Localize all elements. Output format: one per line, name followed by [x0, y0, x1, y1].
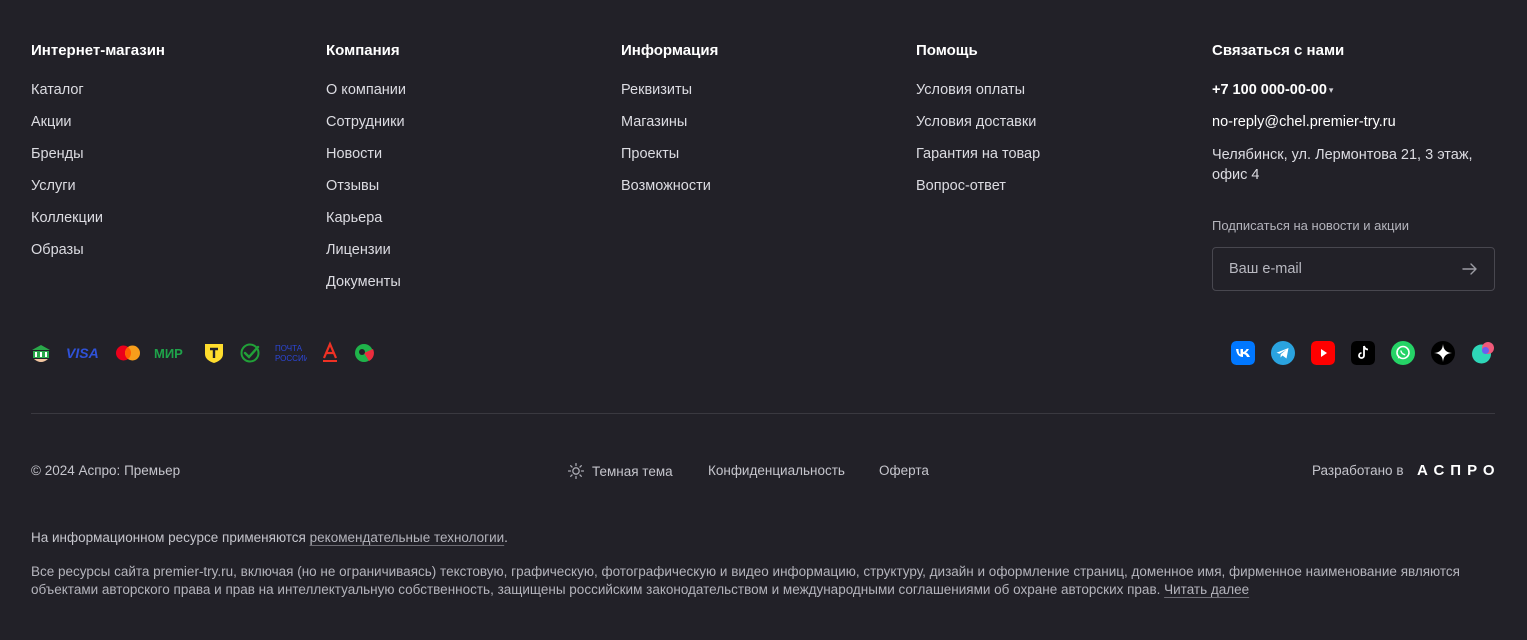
footer-column-shop: Интернет-магазин Каталог Акции Бренды Ус… [31, 41, 165, 273]
youtube-icon[interactable] [1311, 341, 1335, 365]
sber-bank-icon [32, 345, 50, 362]
footer-link-reviews[interactable]: Отзывы [326, 177, 406, 209]
svg-text:РОССИИ: РОССИИ [275, 354, 307, 363]
footer-link-services[interactable]: Услуги [31, 177, 165, 209]
footer-link-stores[interactable]: Магазины [621, 113, 718, 145]
copyright-notice: Все ресурсы сайта premier-try.ru, включа… [31, 563, 1501, 599]
alfa-bank-icon [322, 341, 338, 362]
phone-number: +7 100 000-00-00 [1212, 82, 1327, 98]
whatsapp-icon[interactable] [1391, 341, 1415, 365]
column-title: Информация [621, 42, 719, 59]
svg-text:VISA: VISA [66, 345, 99, 361]
mir-icon: МИР [154, 346, 183, 361]
column-title: Интернет-магазин [31, 42, 165, 59]
footer-link-collections[interactable]: Коллекции [31, 209, 165, 241]
footer-divider [31, 413, 1495, 414]
footer-column-info: Информация Реквизиты Магазины Проекты Во… [621, 41, 718, 209]
rutube-icon[interactable] [1471, 341, 1495, 365]
footer-link-catalog[interactable]: Каталог [31, 81, 165, 113]
telegram-icon[interactable] [1271, 341, 1295, 365]
footer-column-company: Компания О компании Сотрудники Новости О… [326, 41, 406, 305]
theme-toggle[interactable]: Темная тема [568, 463, 673, 480]
footer-link-licenses[interactable]: Лицензии [326, 241, 406, 273]
footer-link-looks[interactable]: Образы [31, 241, 165, 273]
aspro-logo[interactable]: АСПРО [1417, 461, 1501, 481]
mastercard-icon [116, 345, 140, 361]
recommendation-tech-link[interactable]: рекомендательные технологии [310, 530, 505, 545]
footer-link-brands[interactable]: Бренды [31, 145, 165, 177]
offer-link[interactable]: Оферта [879, 463, 929, 479]
footer-link-faq[interactable]: Вопрос-ответ [916, 177, 1040, 209]
footer-link-promotions[interactable]: Акции [31, 113, 165, 145]
footer-link-career[interactable]: Карьера [326, 209, 406, 241]
read-more-link[interactable]: Читать далее [1164, 582, 1249, 597]
column-title: Помощь [916, 42, 978, 59]
sberpay-icon [240, 343, 260, 363]
recommendation-notice: На информационном ресурсе применяются ре… [31, 529, 508, 546]
phone-dropdown[interactable]: +7 100 000-00-00 ▾ [1212, 81, 1497, 113]
subscribe-email-input[interactable] [1229, 248, 1449, 290]
arrow-right-icon[interactable] [1462, 261, 1478, 277]
footer-column-contacts: Связаться с нами +7 100 000-00-00 ▾ no-re… [1212, 41, 1497, 185]
footer-link-documents[interactable]: Документы [326, 273, 406, 305]
column-title: Связаться с нами [1212, 42, 1345, 59]
footer-column-help: Помощь Условия оплаты Условия доставки Г… [916, 41, 1040, 209]
footer-link-delivery-terms[interactable]: Условия доставки [916, 113, 1040, 145]
column-title: Компания [326, 42, 400, 59]
visa-icon: VISA [66, 345, 99, 361]
sun-icon [568, 463, 584, 479]
contact-email-link[interactable]: no-reply@chel.premier-try.ru [1212, 113, 1497, 145]
footer-link-news[interactable]: Новости [326, 145, 406, 177]
footer-link-features[interactable]: Возможности [621, 177, 718, 209]
notice-text: На информационном ресурсе применяются [31, 530, 310, 545]
theme-toggle-label: Темная тема [592, 464, 673, 479]
notice-suffix: . [504, 530, 508, 545]
footer-link-warranty[interactable]: Гарантия на товар [916, 145, 1040, 177]
footer-link-requisites[interactable]: Реквизиты [621, 81, 718, 113]
contact-address: Челябинск, ул. Лермонтова 21, 3 этаж, оф… [1212, 147, 1473, 183]
developed-by-label: Разработано в [1312, 463, 1404, 478]
footer-link-projects[interactable]: Проекты [621, 145, 718, 177]
footer-link-payment-terms[interactable]: Условия оплаты [916, 81, 1040, 113]
sovcombank-icon [355, 344, 374, 362]
tiktok-icon[interactable] [1351, 341, 1375, 365]
privacy-link[interactable]: Конфиденциальность [708, 463, 845, 479]
zen-icon[interactable] [1431, 341, 1455, 365]
vk-icon[interactable] [1231, 341, 1255, 365]
svg-text:МИР: МИР [154, 346, 183, 361]
copyright: © 2024 Аспро: Премьер [31, 463, 181, 478]
svg-text:ПОЧТА: ПОЧТА [275, 344, 303, 353]
footer-link-about[interactable]: О компании [326, 81, 406, 113]
subscribe-form [1212, 247, 1495, 291]
tbank-icon [205, 344, 223, 363]
pochta-rossii-icon: ПОЧТА РОССИИ [275, 344, 307, 363]
caret-down-icon: ▾ [1328, 85, 1334, 96]
footer-link-staff[interactable]: Сотрудники [326, 113, 406, 145]
subscribe-label: Подписаться на новости и акции [1212, 218, 1410, 233]
